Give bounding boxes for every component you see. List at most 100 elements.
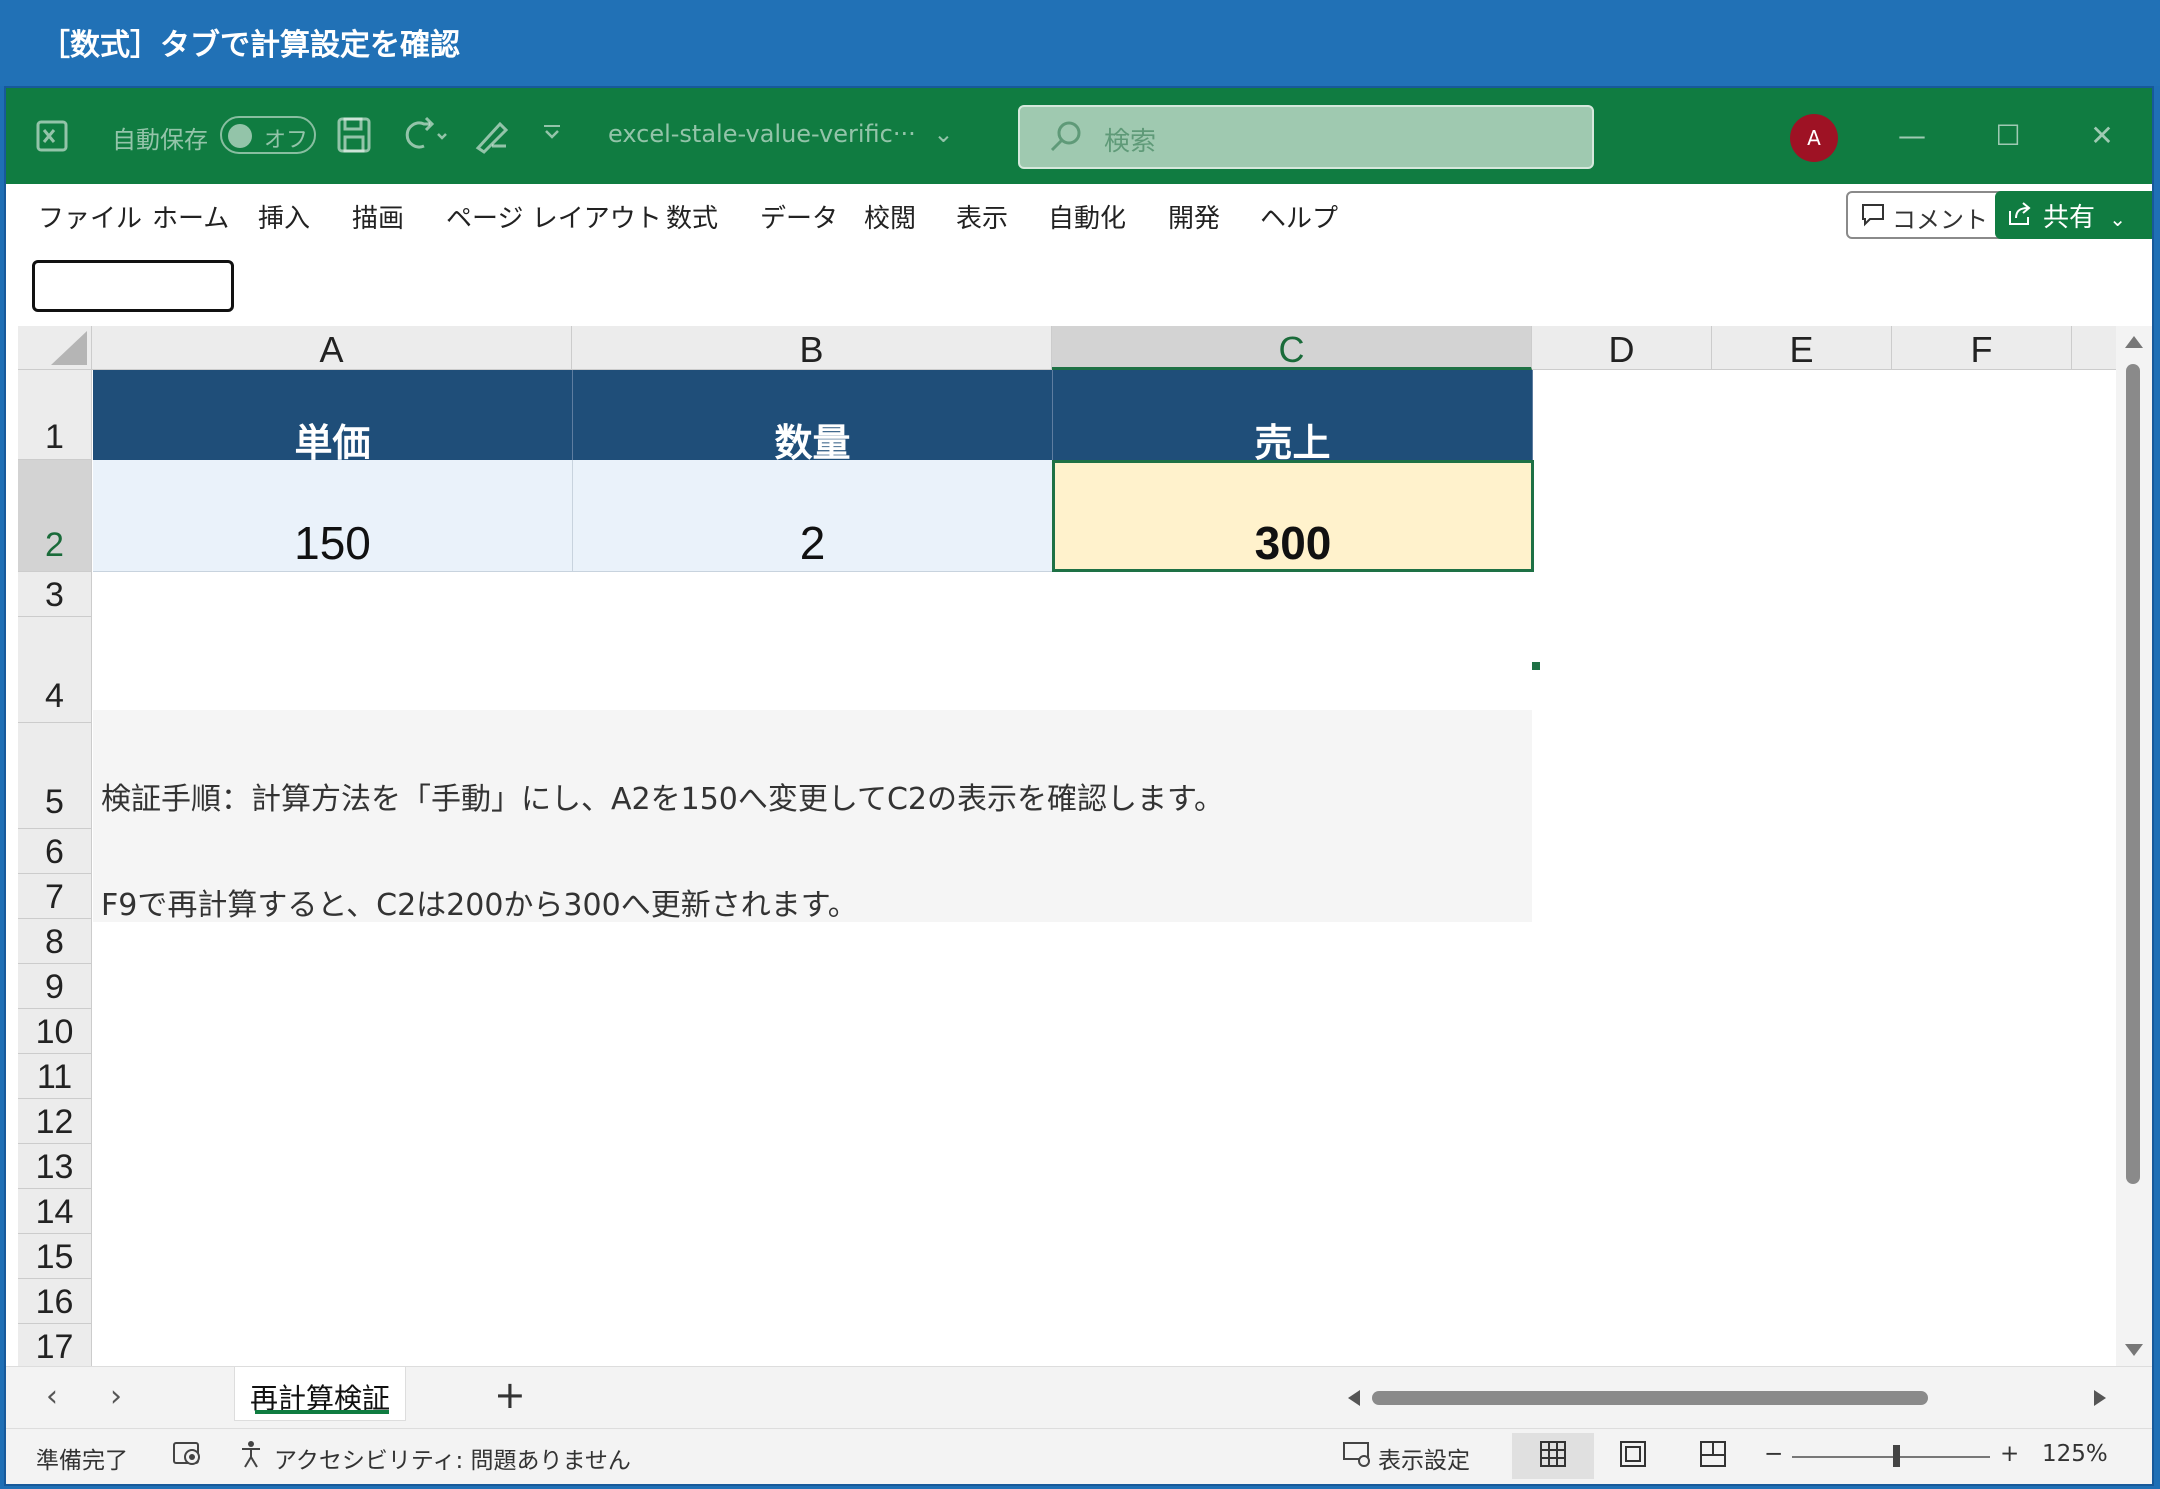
cell-b2[interactable]: 2 bbox=[573, 460, 1053, 572]
tab-help[interactable]: ヘルプ bbox=[1260, 198, 1338, 235]
row-header-6[interactable]: 6 bbox=[18, 829, 92, 874]
tab-file[interactable]: ファイル bbox=[38, 198, 142, 235]
row-header-1[interactable]: 1 bbox=[18, 370, 92, 460]
row-header-15[interactable]: 15 bbox=[18, 1234, 92, 1279]
row-header-7[interactable]: 7 bbox=[18, 874, 92, 919]
close-icon[interactable]: ✕ bbox=[2072, 108, 2132, 164]
zoom-level[interactable]: 125% bbox=[2042, 1441, 2108, 1467]
cell-a2[interactable]: 150 bbox=[93, 460, 573, 572]
name-box[interactable] bbox=[32, 260, 234, 312]
redo-icon[interactable] bbox=[398, 116, 450, 160]
zoom-slider-thumb[interactable] bbox=[1893, 1445, 1900, 1467]
customize-qat-icon[interactable] bbox=[540, 120, 564, 150]
zoom-in-button[interactable]: + bbox=[2000, 1441, 2019, 1467]
column-header-e[interactable]: E bbox=[1712, 326, 1892, 370]
chevron-left-icon[interactable]: ‹ bbox=[46, 1379, 58, 1414]
excel-logo-icon bbox=[34, 118, 70, 160]
task-banner: ［数式］タブで計算設定を確認 bbox=[0, 0, 2160, 86]
vertical-scroll-thumb[interactable] bbox=[2126, 364, 2140, 1184]
zoom-out-button[interactable]: − bbox=[1764, 1441, 1783, 1467]
tab-review[interactable]: 校閲 bbox=[864, 198, 916, 235]
scroll-left-icon[interactable] bbox=[1348, 1390, 1360, 1406]
page-layout-view-icon[interactable] bbox=[1618, 1439, 1648, 1475]
zoom-slider-track[interactable] bbox=[1792, 1456, 1990, 1458]
maximize-icon[interactable]: ☐ bbox=[1978, 108, 2038, 164]
cell-c1[interactable]: 売上 bbox=[1053, 370, 1533, 465]
row-header-17[interactable]: 17 bbox=[18, 1324, 92, 1366]
cell-a1[interactable]: 単価 bbox=[93, 370, 573, 465]
row-header-16[interactable]: 16 bbox=[18, 1279, 92, 1324]
row-header-4[interactable]: 4 bbox=[18, 617, 92, 723]
cell-a4-note[interactable]: 検証手順：計算方法を「手動」にし、A2を150へ変更してC2の表示を確認します。 bbox=[101, 774, 1224, 818]
active-tab-underline bbox=[255, 1410, 389, 1414]
share-icon bbox=[2007, 201, 2033, 234]
share-label: 共有 bbox=[2043, 203, 2096, 233]
tab-developer[interactable]: 開発 bbox=[1168, 198, 1220, 235]
row-header-11[interactable]: 11 bbox=[18, 1054, 92, 1099]
autosave-label: 自動保存 bbox=[112, 126, 208, 154]
file-name-button[interactable]: excel-stale-value-verific··· ⌄ bbox=[608, 120, 954, 148]
row-header-2[interactable]: 2 bbox=[18, 460, 92, 572]
row-header-10[interactable]: 10 bbox=[18, 1009, 92, 1054]
notes-area: 検証手順：計算方法を「手動」にし、A2を150へ変更してC2の表示を確認します。… bbox=[93, 710, 1532, 924]
tab-automate[interactable]: 自動化 bbox=[1048, 198, 1126, 235]
cell-a5-note[interactable]: F9で再計算すると、C2は200から300へ更新されます。 bbox=[101, 880, 858, 924]
vertical-scrollbar[interactable] bbox=[2116, 326, 2152, 1366]
tab-data[interactable]: データ bbox=[760, 198, 838, 235]
autosave-state: オフ bbox=[264, 128, 309, 153]
task-banner-title: ［数式］タブで計算設定を確認 bbox=[40, 28, 460, 63]
avatar[interactable]: A bbox=[1790, 114, 1838, 162]
minimize-icon[interactable]: — bbox=[1882, 108, 1942, 164]
share-button[interactable]: 共有 ⌄ bbox=[1995, 191, 2152, 239]
column-header-f[interactable]: F bbox=[1892, 326, 2072, 370]
row-header-9[interactable]: 9 bbox=[18, 964, 92, 1009]
cell-c2-selected[interactable]: 300 bbox=[1052, 460, 1534, 572]
scroll-down-icon[interactable] bbox=[2125, 1344, 2143, 1356]
chevron-right-icon[interactable]: › bbox=[110, 1379, 122, 1414]
accessibility-status[interactable]: アクセシビリティ: 問題ありません bbox=[274, 1441, 631, 1475]
scroll-up-icon[interactable] bbox=[2125, 336, 2143, 348]
horizontal-scroll-thumb[interactable] bbox=[1372, 1391, 1928, 1405]
row-header-14[interactable]: 14 bbox=[18, 1189, 92, 1234]
tab-page-layout[interactable]: ページ レイアウト bbox=[446, 198, 662, 235]
sheet-tab-bar: ‹ › 再計算検証 + bbox=[6, 1366, 2152, 1428]
comment-label: コメント bbox=[1892, 206, 1988, 234]
macro-record-icon[interactable] bbox=[172, 1439, 204, 1475]
chevron-down-icon: ⌄ bbox=[2109, 207, 2127, 231]
page-break-view-icon[interactable] bbox=[1698, 1439, 1728, 1475]
tab-home[interactable]: ホーム bbox=[152, 198, 229, 235]
add-sheet-button[interactable]: + bbox=[494, 1373, 526, 1417]
draw-pen-icon[interactable] bbox=[472, 116, 512, 162]
autosave-toggle[interactable]: オフ bbox=[220, 116, 316, 154]
column-header-a[interactable]: A bbox=[92, 326, 572, 370]
tab-view[interactable]: 表示 bbox=[956, 198, 1008, 235]
row-header-13[interactable]: 13 bbox=[18, 1144, 92, 1189]
save-icon[interactable] bbox=[336, 116, 372, 160]
accessibility-icon[interactable] bbox=[238, 1439, 268, 1475]
normal-view-icon[interactable] bbox=[1538, 1439, 1568, 1475]
row-header-5[interactable]: 5 bbox=[18, 723, 92, 829]
comment-button[interactable]: コメント bbox=[1846, 191, 2016, 239]
tab-draw[interactable]: 描画 bbox=[352, 198, 404, 235]
fill-handle[interactable] bbox=[1532, 662, 1540, 670]
toggle-knob bbox=[228, 124, 252, 148]
status-ready: 準備完了 bbox=[36, 1448, 128, 1474]
scroll-right-icon[interactable] bbox=[2094, 1390, 2106, 1406]
row-header-8[interactable]: 8 bbox=[18, 919, 92, 964]
tab-formulas[interactable]: 数式 bbox=[666, 198, 718, 235]
file-name: excel-stale-value-verific··· bbox=[608, 120, 916, 148]
horizontal-scrollbar[interactable] bbox=[1342, 1383, 2112, 1413]
search-box[interactable]: 検索 bbox=[1018, 105, 1594, 169]
select-all-corner[interactable] bbox=[18, 326, 92, 370]
row-header-12[interactable]: 12 bbox=[18, 1099, 92, 1144]
column-header-d[interactable]: D bbox=[1532, 326, 1712, 370]
tab-insert[interactable]: 挿入 bbox=[258, 198, 310, 235]
cell-b1[interactable]: 数量 bbox=[573, 370, 1053, 465]
display-settings-label[interactable]: 表示設定 bbox=[1378, 1441, 1470, 1475]
sheet-tab-active[interactable]: 再計算検証 bbox=[234, 1367, 406, 1421]
title-bar: 自動保存 オフ excel-stale-value-verific··· ⌄ 検… bbox=[6, 88, 2152, 184]
column-header-b[interactable]: B bbox=[572, 326, 1052, 370]
column-header-c[interactable]: C bbox=[1052, 326, 1532, 370]
display-settings-icon[interactable] bbox=[1342, 1439, 1372, 1475]
row-header-3[interactable]: 3 bbox=[18, 572, 92, 617]
